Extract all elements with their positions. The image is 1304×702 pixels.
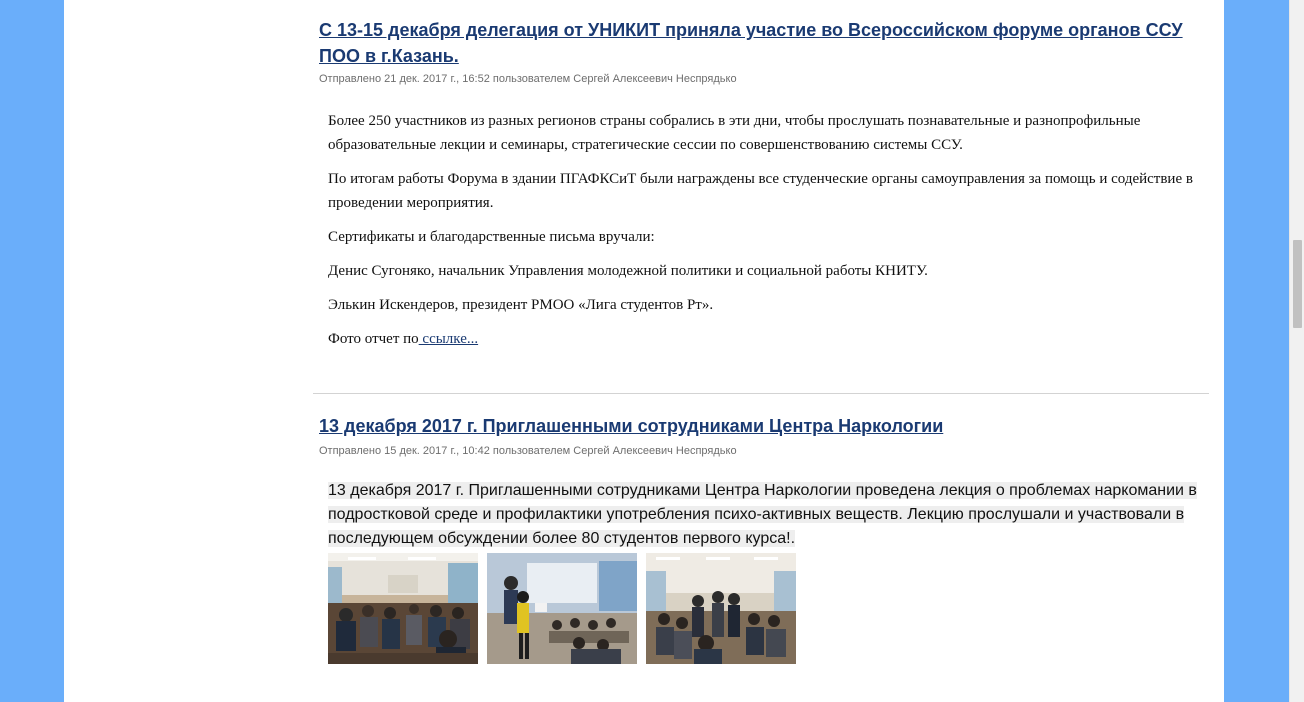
article-forum: С 13-15 декабря делегация от УНИКИТ прин…: [319, 17, 1209, 361]
photo-report-link[interactable]: ссылке...: [419, 331, 478, 347]
article-title-link[interactable]: С 13-15 декабря делегация от УНИКИТ прин…: [319, 17, 1209, 69]
article-paragraph: Сертификаты и благодарственные письма вр…: [328, 229, 655, 245]
article-paragraph: По итогам работы Форума в здании ПГАФКСи…: [328, 171, 1193, 211]
article-narcology: 13 декабря 2017 г. Приглашенными сотрудн…: [319, 413, 1209, 551]
article-divider: [313, 393, 1209, 394]
article-body: Более 250 участников из разных регионов …: [328, 109, 1209, 351]
lecture-photo-3[interactable]: [646, 553, 796, 664]
photo-report-text: Фото отчет по: [328, 331, 419, 347]
scrollbar-thumb[interactable]: [1293, 240, 1302, 328]
article-paragraph: Более 250 участников из разных регионов …: [328, 113, 1141, 153]
article-paragraph: Элькин Искендеров, президент РМОО «Лига …: [328, 297, 714, 313]
vertical-scrollbar[interactable]: [1289, 0, 1304, 702]
article-title-link[interactable]: 13 декабря 2017 г. Приглашенными сотрудн…: [319, 413, 1209, 439]
page-content: С 13-15 декабря делегация от УНИКИТ прин…: [64, 0, 1224, 702]
article-meta: Отправлено 15 дек. 2017 г., 10:42 пользо…: [319, 445, 737, 457]
article-lead-text: 13 декабря 2017 г. Приглашенными сотрудн…: [328, 482, 1197, 547]
article-paragraph: Денис Сугоняко, начальник Управления мол…: [328, 263, 928, 279]
photo-report-line: Фото отчет по ссылке...: [328, 327, 1209, 351]
lecture-photo-2[interactable]: [487, 553, 637, 664]
article-lead: 13 декабря 2017 г. Приглашенными сотрудн…: [328, 479, 1209, 551]
lecture-photo-1[interactable]: [328, 553, 478, 664]
article-meta: Отправлено 21 дек. 2017 г., 16:52 пользо…: [319, 73, 737, 85]
